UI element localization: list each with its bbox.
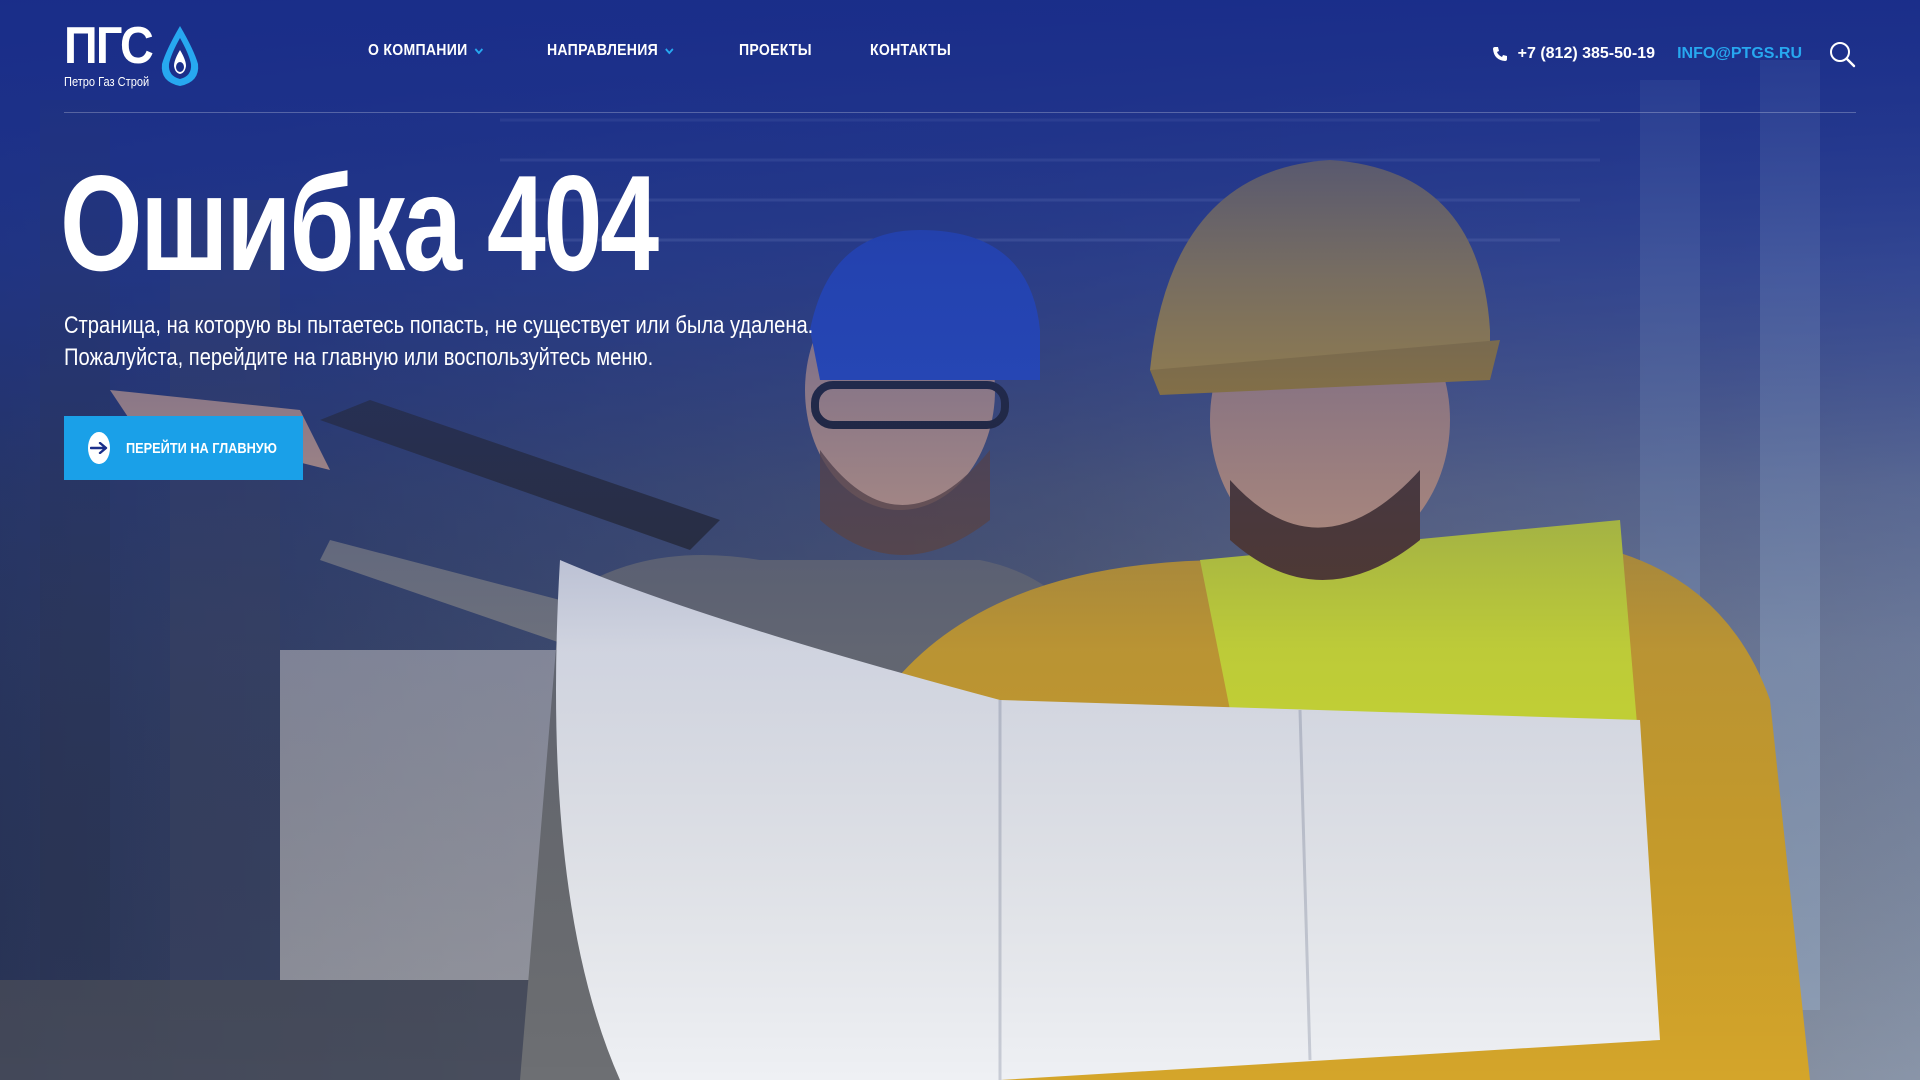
logo-text: ПГС xyxy=(64,17,154,75)
search-icon[interactable] xyxy=(1828,40,1856,68)
email-link[interactable]: INFO@PTGS.RU xyxy=(1677,45,1802,63)
page-title: Ошибка 404 xyxy=(60,147,659,299)
error-description: Страница, на которую вы пытаетесь попаст… xyxy=(64,312,814,371)
nav-item-label: НАПРАВЛЕНИЯ xyxy=(547,42,659,59)
nav-item-label: КОНТАКТЫ xyxy=(869,42,952,59)
go-home-button[interactable]: ПЕРЕЙТИ НА ГЛАВНУЮ xyxy=(64,416,303,480)
phone-icon xyxy=(1492,47,1507,61)
nav-item-projects[interactable]: ПРОЕКТЫ xyxy=(739,42,812,60)
chevron-down-icon xyxy=(665,48,674,55)
arrow-right-icon xyxy=(88,432,110,464)
page: ПГС Петро Газ Строй О КОМПАНИИ НАПРАВЛЕН… xyxy=(0,0,1920,1080)
nav-item-directions[interactable]: НАПРАВЛЕНИЯ xyxy=(547,42,674,60)
nav-item-label: О КОМПАНИИ xyxy=(368,42,468,59)
nav-item-label: ПРОЕКТЫ xyxy=(739,42,813,59)
main-nav: О КОМПАНИИ НАПРАВЛЕНИЯ ПРОЕКТЫ КОНТАКТЫ xyxy=(368,42,1010,60)
logo-subtitle: Петро Газ Строй xyxy=(64,74,150,89)
go-home-button-label: ПЕРЕЙТИ НА ГЛАВНУЮ xyxy=(125,439,277,457)
logo[interactable]: ПГС Петро Газ Строй xyxy=(64,20,214,90)
phone-number: +7 (812) 385-50-19 xyxy=(1517,45,1656,62)
chevron-down-icon xyxy=(474,48,484,55)
nav-item-contacts[interactable]: КОНТАКТЫ xyxy=(870,42,951,60)
phone-link[interactable]: +7 (812) 385-50-19 xyxy=(1492,45,1655,63)
header-contacts: +7 (812) 385-50-19 INFO@PTGS.RU xyxy=(1492,40,1856,68)
site-header: ПГС Петро Газ Строй О КОМПАНИИ НАПРАВЛЕН… xyxy=(64,0,1856,113)
nav-item-about[interactable]: О КОМПАНИИ xyxy=(368,42,484,60)
flame-drop-icon xyxy=(161,26,199,86)
